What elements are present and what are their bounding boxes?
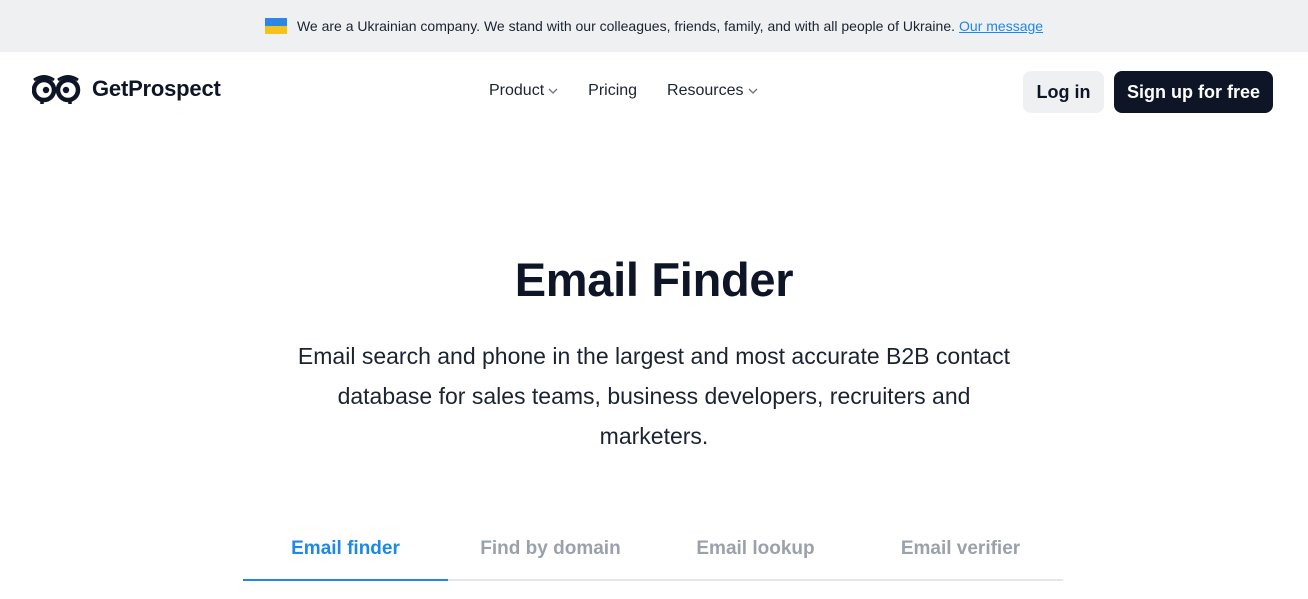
main-nav: Product Pricing Resources (489, 82, 758, 100)
banner-message: We are a Ukrainian company. We stand wit… (296, 18, 956, 34)
nav-item-pricing[interactable]: Pricing (588, 82, 637, 100)
page-subtitle: Email search and phone in the largest an… (297, 343, 1011, 449)
logo[interactable]: GetProspect (32, 74, 221, 104)
login-button[interactable]: Log in (1023, 71, 1104, 113)
chevron-down-icon (748, 88, 757, 94)
nav-item-label: Pricing (588, 82, 638, 99)
logo-text: GetProspect (92, 76, 221, 101)
nav-item-resources[interactable]: Resources (667, 82, 757, 100)
tab-email-finder[interactable]: Email finder (243, 528, 448, 581)
tab-find-by-domain[interactable]: Find by domain (448, 528, 653, 579)
page-title: Email Finder (514, 253, 794, 306)
nav-item-product[interactable]: Product (489, 82, 558, 100)
signup-button[interactable]: Sign up for free (1114, 71, 1273, 113)
chevron-down-icon (548, 88, 558, 94)
owl-eyes-icon (32, 75, 81, 104)
tab-email-lookup[interactable]: Email lookup (653, 528, 858, 579)
ukraine-flag-icon (264, 18, 287, 34)
nav-item-label: Product (489, 82, 545, 99)
announcement-banner: We are a Ukrainian company. We stand wit… (0, 0, 1308, 52)
site-header: GetProspect Product Pricing Resources Lo… (0, 52, 1308, 132)
tab-email-verifier[interactable]: Email verifier (858, 528, 1063, 579)
tool-tabs: Email finder Find by domain Email lookup… (243, 528, 1063, 581)
our-message-link[interactable]: Our message (959, 18, 1043, 34)
nav-item-label: Resources (667, 82, 744, 99)
